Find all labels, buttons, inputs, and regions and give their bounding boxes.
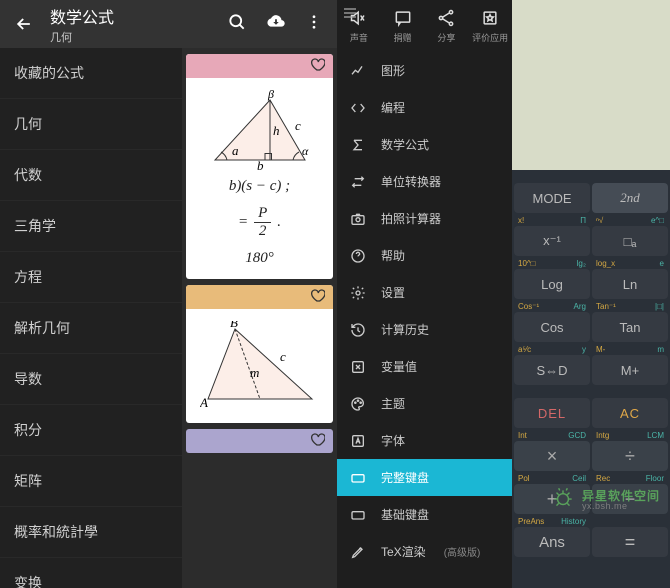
category-item[interactable]: 矩阵 <box>0 456 182 507</box>
left-app-screen: 数学公式 几何 β <box>0 0 337 588</box>
edit-icon <box>349 544 367 560</box>
calc-key[interactable]: □ₐ <box>592 226 668 256</box>
calc-key[interactable]: Tan <box>592 312 668 342</box>
svg-text:a: a <box>232 143 239 158</box>
calc-key[interactable]: Log <box>514 269 590 299</box>
formula-card[interactable] <box>186 429 333 453</box>
calc-key[interactable]: Ans <box>514 527 590 557</box>
keyboard-icon <box>349 470 367 486</box>
menu-item-code[interactable]: 编程 <box>337 89 512 126</box>
svg-text:α: α <box>302 144 309 158</box>
svg-text:m: m <box>250 365 259 380</box>
drawer-header: 声音捐赠分享评价应用 <box>337 0 512 48</box>
menu-item-history[interactable]: 计算历史 <box>337 311 512 348</box>
menu-item-gear[interactable]: 设置 <box>337 274 512 311</box>
calc-key[interactable]: = <box>592 527 668 557</box>
cloud-download-icon[interactable] <box>265 11 287 38</box>
svg-text:A: A <box>200 395 208 410</box>
watermark: 异星软件空间 yx.bsh.me <box>550 485 660 516</box>
menu-item-camera[interactable]: 拍照计算器 <box>337 200 512 237</box>
formula-content: β h c α a b b)(s − c) ; = P 2 <box>182 48 337 588</box>
calc-key[interactable]: DEL <box>514 398 590 428</box>
menu-item-help[interactable]: 帮助 <box>337 237 512 274</box>
drawer-header-chat[interactable]: 捐赠 <box>381 8 425 44</box>
svg-text:h: h <box>273 123 280 138</box>
calc-key[interactable]: M+ <box>592 355 668 385</box>
svg-text:c: c <box>280 349 286 364</box>
favorite-icon[interactable] <box>309 287 325 308</box>
svg-text:β: β <box>267 90 274 101</box>
palette-icon <box>349 396 367 412</box>
keyboard-icon <box>349 507 367 523</box>
formula-card[interactable]: β h c α a b b)(s − c) ; = P 2 <box>186 54 333 279</box>
calc-key[interactable]: × <box>514 441 590 471</box>
category-item[interactable]: 代数 <box>0 150 182 201</box>
category-item[interactable]: 概率和統計學 <box>0 507 182 558</box>
more-icon[interactable] <box>305 13 323 36</box>
left-header: 数学公式 几何 <box>0 0 337 48</box>
menu-item-edit[interactable]: TeX渲染(高级版) <box>337 533 512 570</box>
calc-display <box>512 0 670 170</box>
favorite-icon[interactable] <box>309 431 325 452</box>
category-item[interactable]: 导数 <box>0 354 182 405</box>
menu-item-convert[interactable]: 单位转换器 <box>337 163 512 200</box>
var-icon <box>349 359 367 375</box>
formula-card[interactable]: B c m A <box>186 285 333 423</box>
back-button[interactable] <box>10 14 38 34</box>
category-item[interactable]: 几何 <box>0 99 182 150</box>
history-icon <box>349 322 367 338</box>
menu-item-var[interactable]: 变量值 <box>337 348 512 385</box>
hamburger-icon[interactable] <box>342 5 358 26</box>
category-item[interactable]: 积分 <box>0 405 182 456</box>
font-icon <box>349 433 367 449</box>
chart-icon <box>349 63 367 79</box>
category-item[interactable]: 方程 <box>0 252 182 303</box>
category-item[interactable]: 变换 <box>0 558 182 588</box>
drawer-menu: 图形编程数学公式单位转换器拍照计算器帮助设置计算历史变量值主题字体完整键盘基础键… <box>337 48 512 570</box>
search-icon[interactable] <box>227 12 247 37</box>
drawer-header-star[interactable]: 评价应用 <box>468 8 512 44</box>
calc-key[interactable]: Cos <box>514 312 590 342</box>
menu-item-font[interactable]: 字体 <box>337 422 512 459</box>
calc-key[interactable]: 2nd <box>592 183 668 213</box>
category-item[interactable]: 三角学 <box>0 201 182 252</box>
help-icon <box>349 248 367 264</box>
header-title: 数学公式 <box>50 4 227 28</box>
svg-text:B: B <box>230 321 238 330</box>
svg-text:b: b <box>257 158 264 170</box>
menu-item-sigma[interactable]: 数学公式 <box>337 126 512 163</box>
convert-icon <box>349 174 367 190</box>
gear-icon <box>349 285 367 301</box>
bug-icon <box>550 485 576 516</box>
navigation-drawer: 声音捐赠分享评价应用 图形编程数学公式单位转换器拍照计算器帮助设置计算历史变量值… <box>337 0 512 588</box>
sigma-icon <box>349 137 367 153</box>
header-subtitle: 几何 <box>50 29 227 45</box>
drawer-header-share[interactable]: 分享 <box>425 8 469 44</box>
category-drawer: 收藏的公式几何代数三角学方程解析几何导数积分矩阵概率和統計學变换单位换算心算收藏… <box>0 48 182 588</box>
camera-icon <box>349 211 367 227</box>
calc-key[interactable]: MODE <box>514 183 590 213</box>
category-item[interactable]: 解析几何 <box>0 303 182 354</box>
svg-text:c: c <box>295 118 301 133</box>
menu-item-keyboard[interactable]: 基础键盘 <box>337 496 512 533</box>
calc-key[interactable]: AC <box>592 398 668 428</box>
menu-item-chart[interactable]: 图形 <box>337 52 512 89</box>
calc-key[interactable]: ÷ <box>592 441 668 471</box>
code-icon <box>349 100 367 116</box>
calc-key[interactable]: x⁻¹ <box>514 226 590 256</box>
calc-key[interactable]: S⇔D <box>514 355 590 385</box>
favorite-icon[interactable] <box>309 56 325 77</box>
menu-item-palette[interactable]: 主题 <box>337 385 512 422</box>
calc-key[interactable]: Ln <box>592 269 668 299</box>
category-item[interactable]: 收藏的公式 <box>0 48 182 99</box>
menu-item-keyboard[interactable]: 完整键盘 <box>337 459 512 496</box>
